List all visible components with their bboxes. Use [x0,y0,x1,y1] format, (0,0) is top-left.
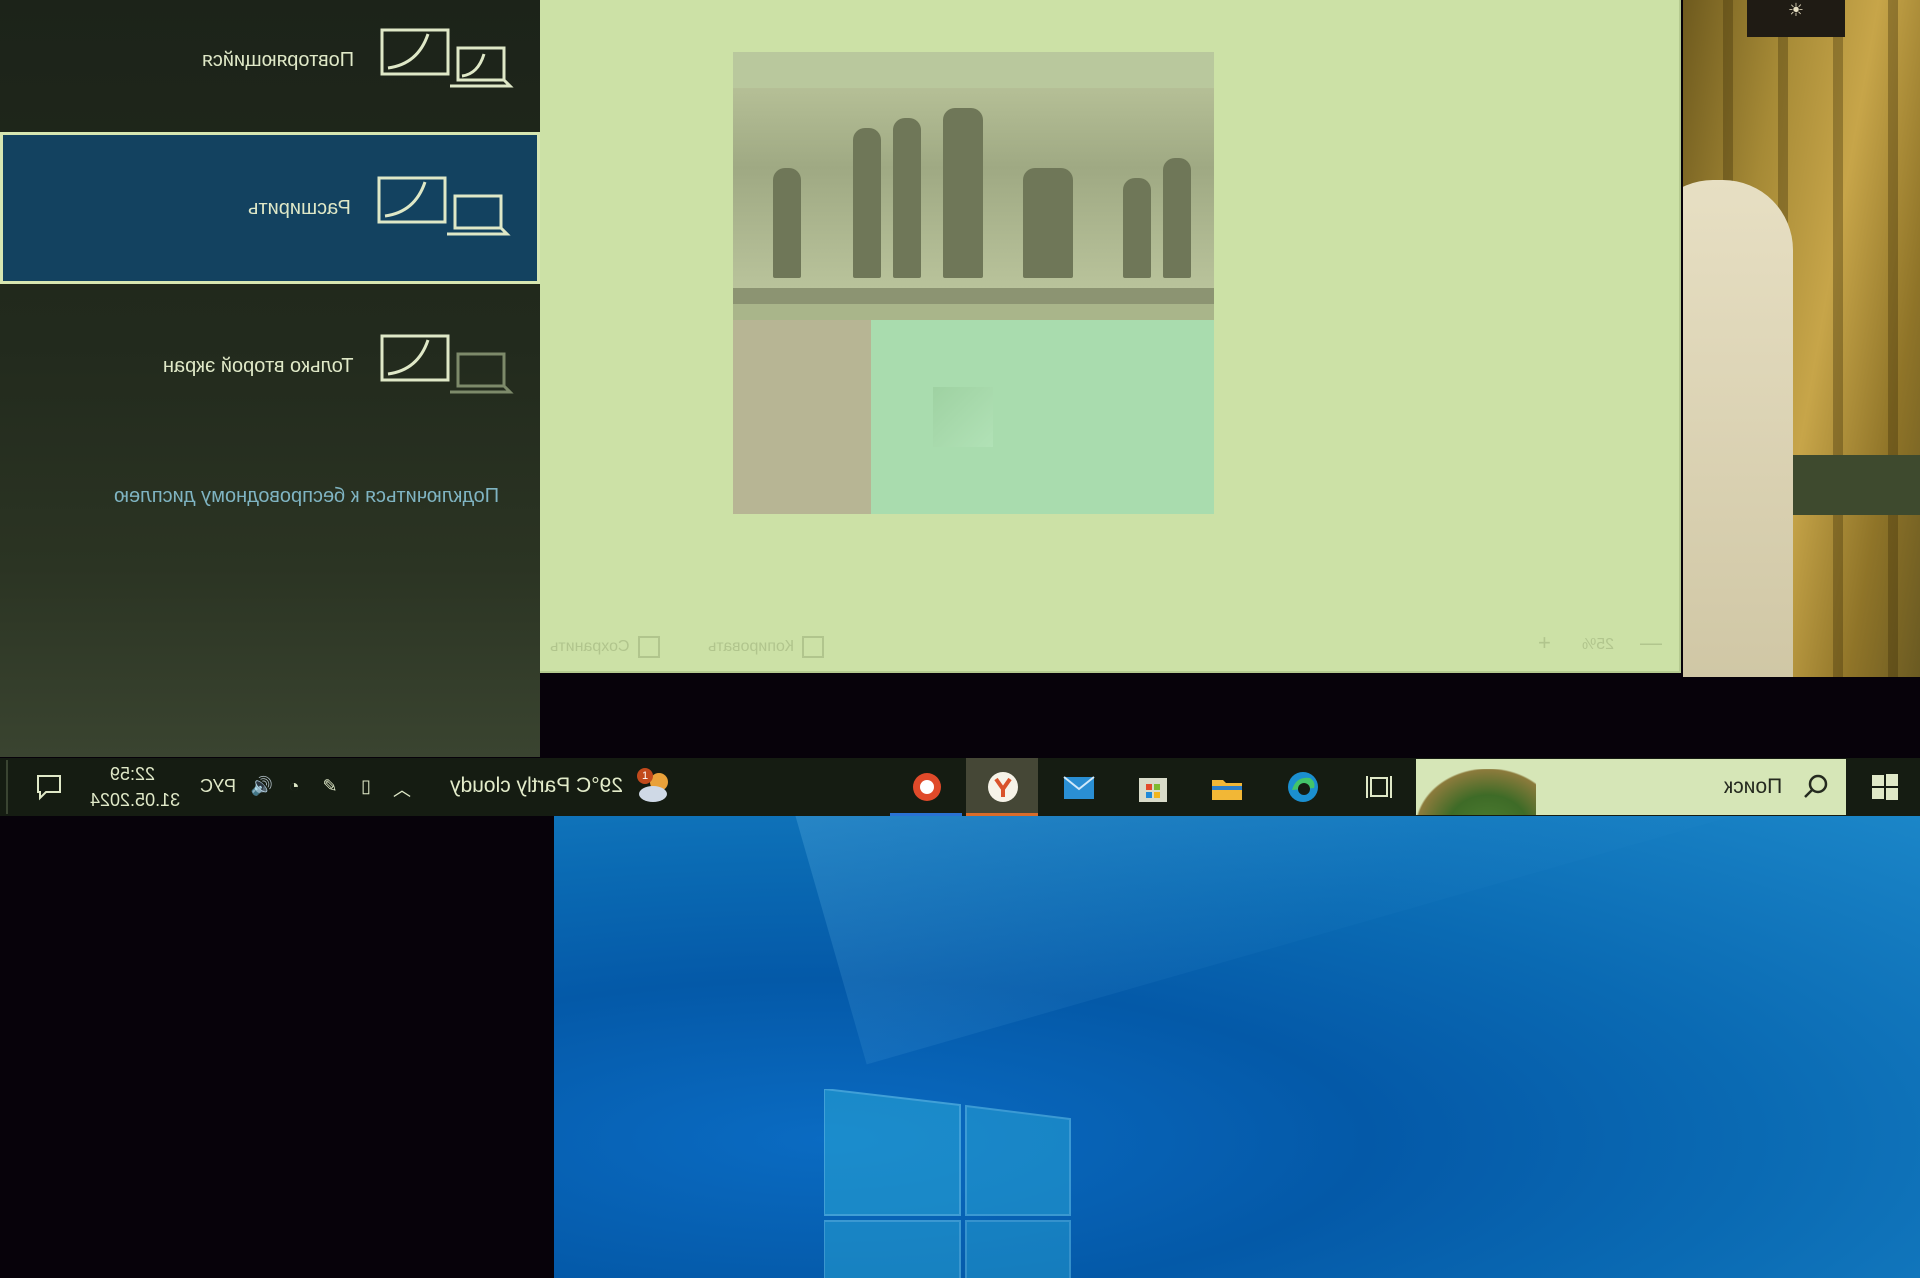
zoom-level: 25% [1582,636,1615,653]
weather-badge: 1 [637,768,653,784]
windows-logo-wallpaper [824,1089,1071,1278]
photo-stripe [1888,0,1898,677]
taskbar-app-store[interactable] [1116,758,1188,816]
mail-icon [1063,776,1095,799]
duplicate-display-icon [380,28,514,88]
zoom-in-button[interactable]: + [1538,630,1551,656]
copy-icon [802,636,825,658]
zoom-out-button[interactable]: — [1640,630,1662,656]
save-label: Сохранить [550,638,630,655]
photo-person [1683,180,1793,677]
yandex-browser-icon [988,772,1018,802]
taskbar-app-yandex[interactable] [890,758,962,816]
project-option-label: Только второй экран [163,354,354,377]
preview-figure [1023,168,1073,278]
preview-titlebar [733,52,1214,88]
wallpaper-light-ray [784,816,1920,1065]
taskbar: 22:59 31.05.2024 РУС 🔊 ◔ ✎ ▯ ︿ 29°C Part… [0,758,1920,816]
search-icon [1804,774,1828,798]
search-highlight-image [1416,769,1536,815]
wifi-icon[interactable]: ◔ [282,776,306,798]
preview-side-panel [733,320,871,514]
preview-photo [733,88,1214,288]
task-view-icon [1366,776,1392,798]
project-option-extend[interactable]: Расширить [0,132,540,284]
weather-text[interactable]: 29°C Partly cloudy [450,774,623,798]
clock-time[interactable]: 22:59 [110,764,155,785]
yandex-app-icon [913,773,941,801]
taskbar-app-edge[interactable] [1266,758,1338,816]
copy-button[interactable]: Копировать [708,636,825,658]
save-icon [637,636,660,658]
start-windows-icon[interactable] [1870,772,1900,802]
connect-wireless-display-link[interactable]: Подключиться к беспроводному дисплею [114,485,499,508]
search-placeholder: Поиск [1724,775,1783,798]
taskbar-app-yandex-browser[interactable] [966,758,1038,816]
clock-date[interactable]: 31.05.2024 [90,790,180,811]
battery-icon[interactable]: ▯ [354,776,378,798]
language-indicator[interactable]: РУС [200,776,236,797]
snip-bottom-bar: Сохранить Копировать + 25% — [540,628,1679,668]
screenshot-preview [733,52,1214,514]
preview-figure [1163,158,1191,278]
preview-desktop [871,320,1214,514]
preview-figure [1123,178,1151,278]
brightness-button[interactable]: ☀ [1747,0,1845,37]
task-view-button[interactable] [1342,758,1414,816]
search-input[interactable]: Поиск [1416,759,1846,815]
chevron-up-icon[interactable]: ︿ [390,776,414,800]
notification-center-icon[interactable] [36,772,62,802]
folder-icon [1212,780,1242,800]
desktop-wallpaper [554,816,1920,1278]
project-option-label: Расширить [248,196,351,219]
volume-icon[interactable]: 🔊 [250,776,274,798]
save-button[interactable]: Сохранить [550,636,660,658]
sun-icon: ☀ [1787,0,1805,20]
preview-figure [853,128,881,278]
taskbar-app-mail[interactable] [1042,758,1114,816]
preview-windows-logo [933,387,993,447]
pen-icon[interactable]: ✎ [318,776,342,798]
second-screen-only-icon [380,334,514,394]
project-panel: Повторяющийся Расширить Только второй эк… [0,0,540,757]
photo-stripe [1833,0,1843,677]
preview-figure [943,108,983,278]
preview-figure [893,118,921,278]
second-display-black [0,816,554,1278]
project-option-second-screen[interactable]: Только второй экран [0,290,540,442]
preview-toolbar [733,288,1214,304]
show-desktop-edge[interactable] [6,760,8,814]
copy-label: Копировать [708,638,795,655]
microsoft-store-icon [1139,778,1167,802]
taskbar-app-file-explorer[interactable] [1190,758,1262,816]
edge-icon [1288,772,1318,802]
background-photo [1683,0,1920,677]
preview-figure [773,168,801,278]
project-option-duplicate[interactable]: Повторяющийся [0,0,540,136]
project-option-label: Повторяющийся [201,48,354,71]
snip-window: Сохранить Копировать + 25% — [540,0,1681,673]
extend-display-icon [377,176,511,236]
